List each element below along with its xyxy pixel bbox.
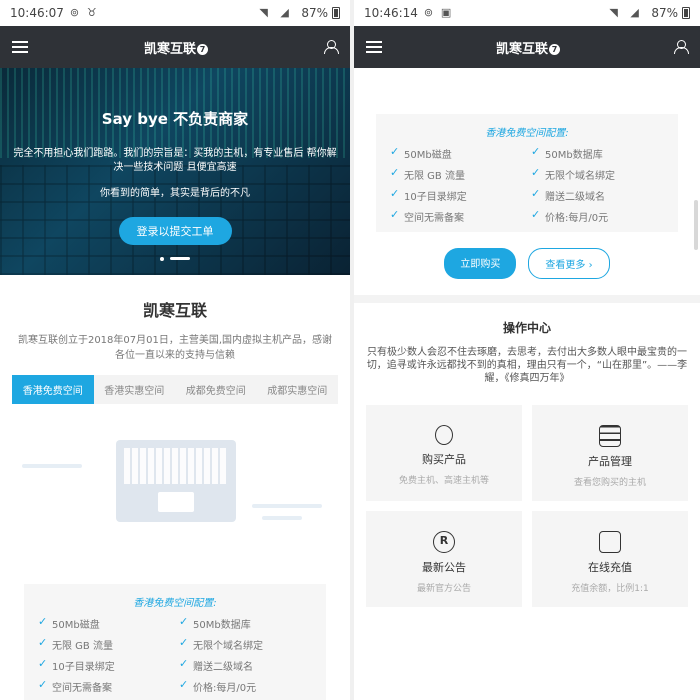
ops-quote: 只有极少数人会忍不住去琢磨，去思考，去付出大多数人眼中最宝贵的一切，追寻或许永远… xyxy=(366,347,688,384)
top-navbar: 凯寒互联 7 xyxy=(0,26,350,68)
operations-grid: 购买产品 免费主机、高速主机等 产品管理 查看您购买的主机 R 最新公告 最新官… xyxy=(366,405,688,607)
card-announcements[interactable]: R 最新公告 最新官方公告 xyxy=(366,511,522,607)
config-title: 香港免费空间配置: xyxy=(133,598,217,609)
config-title: 香港免费空间配置: xyxy=(485,128,569,139)
lightbulb-icon xyxy=(435,425,453,445)
about-section: 凯寒互联 凯寒互联创立于2018年07月01日，主营美国,国内虚拟主机产品，感谢… xyxy=(0,275,350,363)
left-screen: 10:46:07 ⊚ ♉ ◥ ◢ 87% 凯寒互联 7 Say bye 不负责商家… xyxy=(0,0,350,700)
chart-line-icon xyxy=(599,531,621,553)
wifi-icon: ◥ xyxy=(259,6,268,19)
laptop-illustration xyxy=(12,404,338,584)
config-item: 无限 GB 流量 xyxy=(34,636,175,652)
about-title: 凯寒互联 xyxy=(142,301,207,320)
config-item: 50Mb磁盘 xyxy=(34,615,175,631)
notification-icon: ⊚ xyxy=(423,6,434,19)
config-item: 50Mb数据库 xyxy=(175,615,316,631)
config-item: 10子目录绑定 xyxy=(386,187,527,203)
tab-hk-free[interactable]: 香港免费空间 xyxy=(12,375,94,404)
battery-icon xyxy=(682,7,690,19)
card-recharge[interactable]: 在线充值 充值余额，比例1:1 xyxy=(532,511,688,607)
hero-banner: Say bye 不负责商家 完全不用担心我们跑路。我们的宗旨是：买我的主机，有专… xyxy=(0,68,350,275)
brand-title: 凯寒互联 xyxy=(495,41,548,57)
config-actions: 立即购买 查看更多 › xyxy=(354,248,700,279)
brand-title: 凯寒互联 xyxy=(143,41,196,57)
battery-percent: 87% xyxy=(651,6,678,20)
registered-icon: R xyxy=(433,531,455,553)
config-item: 50Mb数据库 xyxy=(527,145,668,161)
card-title: 产品管理 xyxy=(588,455,632,468)
config-panel: 香港免费空间配置: 50Mb磁盘 50Mb数据库 无限 GB 流量 无限个域名绑… xyxy=(376,114,678,232)
card-title: 最新公告 xyxy=(422,561,466,574)
product-tabs: 香港免费空间 香港实惠空间 成都免费空间 成都实惠空间 xyxy=(12,375,338,404)
right-screen: 10:46:14 ⊚ ▣ ◥ ◢ 87% 凯寒互联7 香港免费空间配置: 50M… xyxy=(354,0,700,700)
status-time: 10:46:07 xyxy=(10,6,64,20)
top-navbar: 凯寒互联 7 xyxy=(354,26,700,68)
status-bar: 10:46:14 ⊚ ▣ ◥ ◢ 87% xyxy=(354,0,700,26)
hero-title: Say bye 不负责商家 xyxy=(101,110,249,128)
brand-logo-icon: 7 xyxy=(197,43,208,55)
buy-now-button[interactable]: 立即购买 xyxy=(444,248,517,279)
card-product-management[interactable]: 产品管理 查看您购买的主机 xyxy=(532,405,688,501)
login-ticket-button[interactable]: 登录以提交工单 xyxy=(118,217,232,245)
config-panel: 香港免费空间配置: 50Mb磁盘 50Mb数据库 无限 GB 流量 无限个域名绑… xyxy=(24,584,326,700)
card-subtitle: 最新官方公告 xyxy=(416,584,471,594)
config-item: 10子目录绑定 xyxy=(34,657,175,673)
tab-hk-value[interactable]: 香港实惠空间 xyxy=(94,375,176,404)
about-text: 凯寒互联创立于2018年07月01日，主营美国,国内虚拟主机产品，感谢各位一直以… xyxy=(17,335,333,361)
menu-icon[interactable] xyxy=(366,41,382,53)
site-brand[interactable]: 凯寒互联 7 xyxy=(28,38,324,57)
view-more-button[interactable]: 查看更多 › xyxy=(528,248,610,279)
battery-icon xyxy=(332,7,340,19)
config-item: 赠送二级域名 xyxy=(175,657,316,673)
user-icon[interactable] xyxy=(674,40,689,54)
wifi-icon: ◥ xyxy=(609,6,618,19)
tab-cd-free[interactable]: 成都免费空间 xyxy=(175,375,257,404)
scrollbar[interactable] xyxy=(694,200,698,250)
menu-icon[interactable] xyxy=(12,41,28,53)
site-brand[interactable]: 凯寒互联 7 xyxy=(382,38,674,57)
config-item: 空间无需备案 xyxy=(34,678,175,694)
status-time: 10:46:14 xyxy=(364,6,418,20)
user-icon[interactable] xyxy=(324,40,339,54)
hero-subtext: 你看到的简单，其实是背后的不凡 xyxy=(100,188,250,199)
config-item: 价格:每月/0元 xyxy=(527,208,668,224)
carousel-dots[interactable] xyxy=(0,248,350,267)
config-item: 50Mb磁盘 xyxy=(386,145,527,161)
card-subtitle: 免费主机、高速主机等 xyxy=(398,476,489,486)
operations-center: 操作中心 只有极少数人会忍不住去琢磨，去思考，去付出大多数人眼中最宝贵的一切，追… xyxy=(354,303,700,385)
signal-icon: ◢ xyxy=(630,6,639,19)
battery-percent: 87% xyxy=(301,6,328,20)
config-item: 空间无需备案 xyxy=(386,208,527,224)
config-item: 无限个域名绑定 xyxy=(527,166,668,182)
config-item: 赠送二级域名 xyxy=(527,187,668,203)
config-item: 无限个域名绑定 xyxy=(175,636,316,652)
section-divider xyxy=(354,295,700,303)
status-bar: 10:46:07 ⊚ ♉ ◥ ◢ 87% xyxy=(0,0,350,26)
ops-title: 操作中心 xyxy=(502,321,551,335)
app-notification-icon: ♉ xyxy=(86,6,97,19)
card-subtitle: 查看您购买的主机 xyxy=(573,478,646,488)
card-title: 在线充值 xyxy=(588,561,632,574)
signal-icon: ◢ xyxy=(280,6,289,19)
brand-logo-icon: 7 xyxy=(549,43,560,55)
notification-icon: ⊚ xyxy=(69,6,80,19)
server-icon xyxy=(599,425,621,447)
tab-cd-value[interactable]: 成都实惠空间 xyxy=(257,375,339,404)
config-item: 价格:每月/0元 xyxy=(175,678,316,694)
card-title: 购买产品 xyxy=(422,453,466,466)
card-subtitle: 充值余额，比例1:1 xyxy=(571,584,649,594)
config-item: 无限 GB 流量 xyxy=(386,166,527,182)
hero-text: 完全不用担心我们跑路。我们的宗旨是：买我的主机，有专业售后 帮你解决一些技术问题… xyxy=(13,148,337,173)
card-buy-product[interactable]: 购买产品 免费主机、高速主机等 xyxy=(366,405,522,501)
image-notification-icon: ▣ xyxy=(440,6,452,19)
